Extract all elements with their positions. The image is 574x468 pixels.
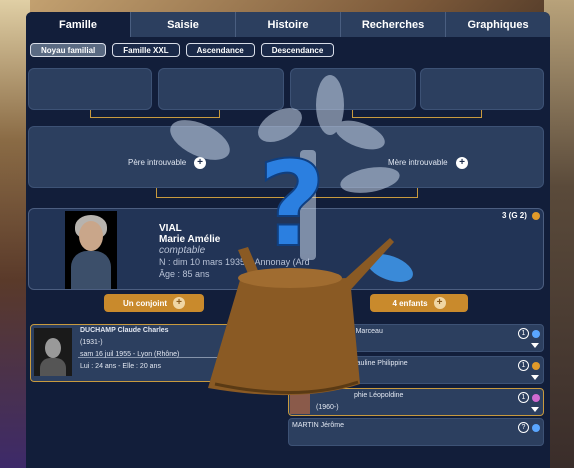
add-father-button[interactable]: + — [194, 157, 206, 169]
child-card-3[interactable] — [288, 388, 544, 416]
child-count-1: 1 — [518, 328, 529, 339]
female-person-icon — [532, 362, 540, 370]
spouse-button-label: Un conjoint — [123, 298, 167, 308]
tab-graphiques[interactable]: Graphiques — [445, 12, 550, 37]
mother-missing-label: Mère introuvable — [388, 158, 448, 167]
children-button[interactable]: 4 enfants + — [370, 294, 468, 312]
child-count-3: 1 — [518, 392, 529, 403]
expand-arrow-icon[interactable] — [531, 343, 539, 348]
person-given-name: Marie Amélie — [159, 234, 221, 245]
child-photo-3 — [290, 394, 310, 414]
spouse-years: (1931-) — [80, 339, 103, 346]
child-years-3: (1960-) — [316, 404, 339, 411]
add-mother-button[interactable]: + — [456, 157, 468, 169]
app-window: Famille Saisie Histoire Recherches Graph… — [26, 12, 550, 468]
grandparent-card-3[interactable] — [290, 68, 416, 110]
children-button-label: 4 enfants — [392, 298, 428, 308]
expand-arrow-icon[interactable] — [531, 375, 539, 380]
connector-parents — [156, 188, 418, 198]
grandparent-card-4[interactable] — [420, 68, 544, 110]
tab-recherches[interactable]: Recherches — [340, 12, 445, 37]
person-age: Âge : 85 ans — [159, 269, 210, 279]
main-tabs: Famille Saisie Histoire Recherches Graph… — [26, 12, 550, 37]
person-surname: VIAL — [159, 223, 182, 234]
male-person-icon — [532, 424, 540, 432]
add-spouse-button[interactable]: + — [173, 297, 185, 309]
female-person-icon — [532, 212, 540, 220]
child-card-2[interactable] — [288, 356, 544, 384]
spouse-ages: Lui : 24 ans - Elle : 20 ans — [80, 363, 161, 370]
male-person-icon — [532, 330, 540, 338]
tab-famille[interactable]: Famille — [26, 12, 130, 37]
subtab-ascendance[interactable]: Ascendance — [185, 43, 255, 57]
generation-count: 3 (G 2) — [502, 211, 527, 220]
main-person-card[interactable] — [28, 208, 544, 290]
subtab-descendance[interactable]: Descendance — [260, 43, 335, 57]
parents-card — [28, 126, 544, 188]
grandparent-card-1[interactable] — [28, 68, 152, 110]
add-child-button[interactable]: + — [433, 297, 446, 309]
father-missing-label: Père introuvable — [128, 158, 187, 167]
child-name-3: phie Léopoldine — [354, 392, 404, 399]
connector-paternal — [90, 110, 220, 118]
child-name-4: MARTIN Jérôme — [292, 422, 344, 429]
spouse-photo — [34, 328, 72, 376]
expand-arrow-icon[interactable] — [531, 407, 539, 412]
person-occupation: comptable — [159, 245, 206, 256]
spouse-button[interactable]: Un conjoint + — [104, 294, 204, 312]
person-birth: N : dim 10 mars 1935 – Annonay (Ard — [159, 257, 310, 267]
subtab-famille-xxl[interactable]: Famille XXL — [112, 43, 180, 57]
tab-histoire[interactable]: Histoire — [235, 12, 340, 37]
child-name-1: MP Jérôme Marceau — [318, 328, 383, 335]
female-person-icon — [532, 394, 540, 402]
grandparent-card-2[interactable] — [158, 68, 284, 110]
person-name: VIAL Marie Amélie — [159, 223, 220, 245]
view-subtabs: Noyau familial Famille XXL Ascendance De… — [26, 37, 550, 63]
spouse-name: DUCHAMP Claude Charles — [80, 327, 169, 334]
child-count-4: ? — [518, 422, 529, 433]
person-photo — [65, 211, 117, 289]
subtab-noyau-familial[interactable]: Noyau familial — [30, 43, 107, 57]
marriage-date: sam 16 juil 1955 - Lyon (Rhône) — [80, 351, 180, 358]
child-count-2: 1 — [518, 360, 529, 371]
child-name-2: Pauline Philippine — [352, 360, 408, 367]
connector-maternal — [352, 110, 482, 118]
tab-saisie[interactable]: Saisie — [130, 12, 235, 37]
